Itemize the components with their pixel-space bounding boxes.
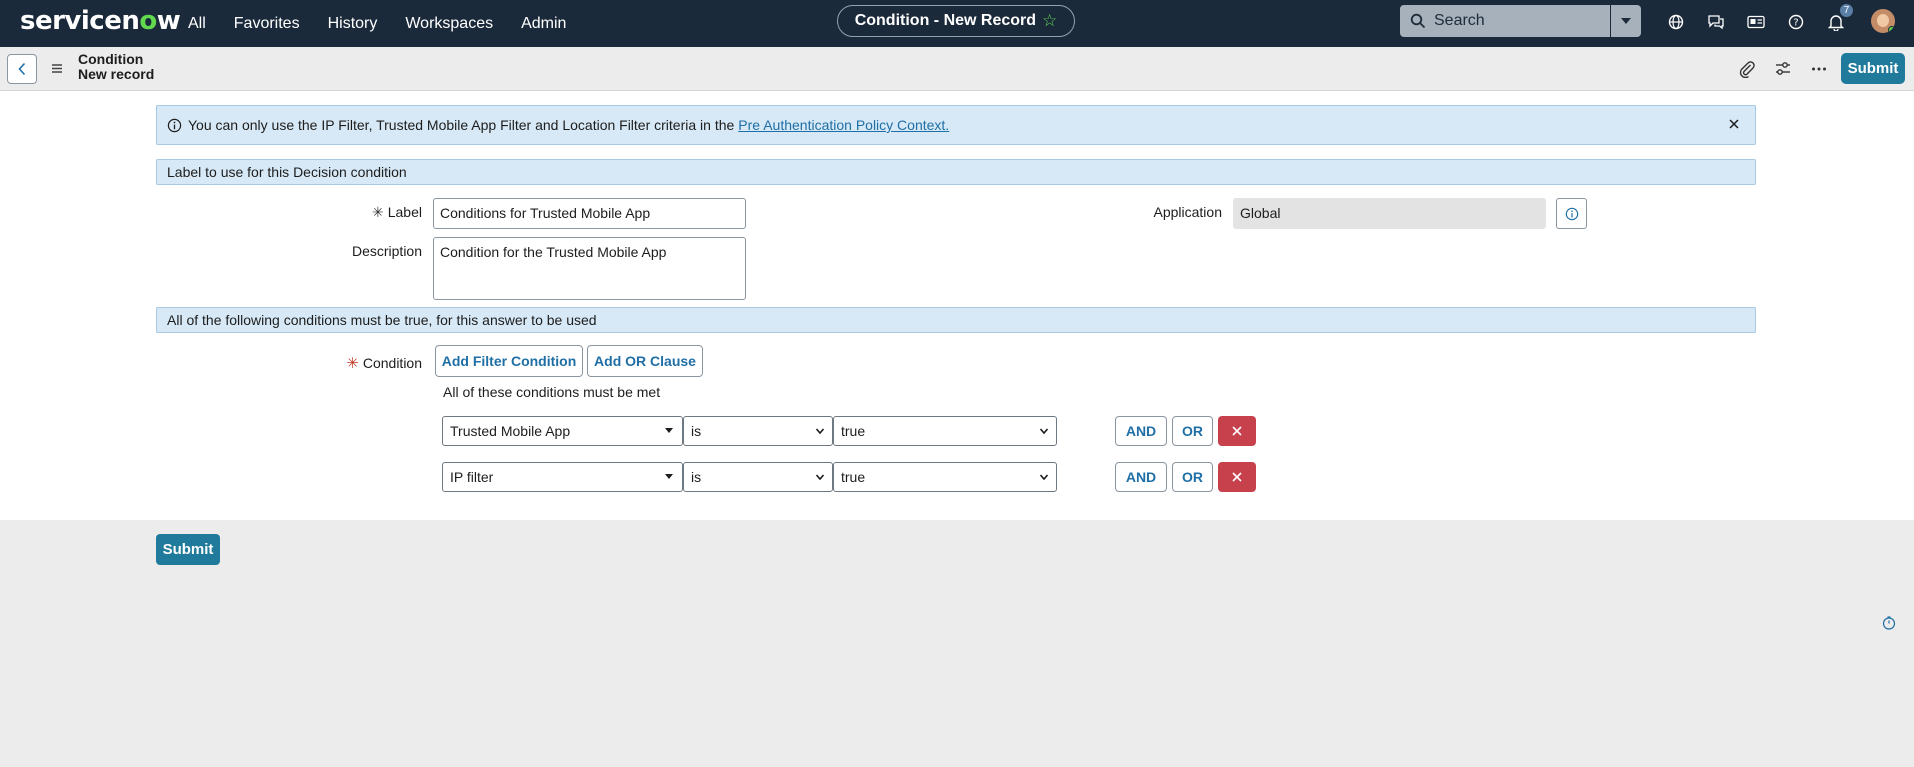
delete-condition-button[interactable] [1218,462,1256,492]
caret-down-icon [1621,18,1631,24]
and-button[interactable]: AND [1115,416,1167,446]
nav-favorites[interactable]: Favorites [234,15,300,33]
chevron-down-icon [1039,474,1049,481]
mandatory-icon: ✳ [346,355,359,372]
nav-icon-group: ? 7 [1665,4,1853,33]
condition-value-select[interactable]: true [833,462,1057,492]
form-header-icons [1738,60,1828,78]
or-button[interactable]: OR [1172,462,1213,492]
chat-icon[interactable] [1705,11,1727,33]
label-input[interactable]: Conditions for Trusted Mobile App [433,198,746,229]
or-button[interactable]: OR [1172,416,1213,446]
application-field-label: Application [1153,204,1223,220]
condition-field-select[interactable]: Trusted Mobile App [442,416,683,446]
chevron-down-icon [1039,428,1049,435]
response-time-icon[interactable] [1882,616,1896,630]
info-banner: You can only use the IP Filter, Trusted … [156,105,1756,145]
info-icon [1565,207,1578,220]
nav-all[interactable]: All [188,15,206,33]
condition-operator-select[interactable]: is [683,416,833,446]
caret-down-icon [665,474,673,479]
settings-sliders-icon[interactable] [1774,60,1792,78]
user-avatar[interactable] [1871,9,1895,33]
caret-down-icon [665,428,673,433]
bell-icon[interactable]: 7 [1825,4,1853,33]
condition-operator-select[interactable]: is [683,462,833,492]
label-field-label: ✳ Label [372,204,422,220]
all-conditions-met-text: All of these conditions must be met [443,384,661,400]
help-icon[interactable]: ? [1785,11,1807,33]
close-icon[interactable] [1727,117,1741,131]
chevron-down-icon [815,474,825,481]
condition-value-select[interactable]: true [833,416,1057,446]
id-card-icon[interactable] [1745,11,1767,33]
info-icon [167,118,182,132]
record-title: Condition - New Record [854,12,1037,29]
form-context-menu-icon[interactable] [50,61,64,77]
svg-text:?: ? [1793,18,1798,29]
search-scope-dropdown[interactable] [1611,5,1641,37]
star-icon[interactable]: ☆ [1042,11,1057,31]
label-section-header: Label to use for this Decision condition [156,159,1756,185]
globe-icon[interactable] [1665,11,1687,33]
close-icon [1232,472,1242,482]
record-title-pill[interactable]: Condition - New Record ☆ [837,5,1075,37]
notification-badge: 7 [1840,4,1853,17]
form-title: Condition New record [78,52,154,82]
form-title-record: New record [78,66,155,82]
top-navigation-bar: servicenow All Favorites History Workspa… [0,0,1914,47]
and-button[interactable]: AND [1115,462,1167,492]
chevron-down-icon [815,428,825,435]
servicenow-logo[interactable]: servicenow [20,6,181,36]
back-button[interactable] [7,54,37,84]
add-filter-condition-button[interactable]: Add Filter Condition [435,345,583,377]
application-info-button[interactable] [1556,198,1587,229]
application-readonly-field: Global [1233,198,1546,229]
submit-button-header[interactable]: Submit [1841,53,1905,84]
pre-auth-policy-link[interactable]: Pre Authentication Policy Context. [738,117,949,133]
description-field-label: Description [351,243,422,259]
nav-history[interactable]: History [328,15,378,33]
nav-admin[interactable]: Admin [521,15,566,33]
submit-button-bottom[interactable]: Submit [156,534,220,565]
main-nav-links: All Favorites History Workspaces Admin [188,0,594,47]
form-body: You can only use the IP Filter, Trusted … [0,91,1914,520]
form-title-table: Condition [78,51,144,67]
paperclip-icon[interactable] [1738,60,1756,78]
delete-condition-button[interactable] [1218,416,1256,446]
search-placeholder: Search [1434,12,1485,29]
search-icon [1410,13,1426,29]
condition-field-select[interactable]: IP filter [442,462,683,492]
add-or-clause-button[interactable]: Add OR Clause [587,345,703,377]
online-status-dot [1888,26,1895,33]
nav-workspaces[interactable]: Workspaces [405,15,493,33]
close-icon [1232,426,1242,436]
condition-field-label: ✳ Condition [346,355,422,372]
global-search-input[interactable]: Search [1400,5,1610,37]
info-banner-text: You can only use the IP Filter, Trusted … [188,117,735,133]
chevron-left-icon [18,62,26,76]
more-options-icon[interactable] [1810,60,1828,78]
mandatory-icon: ✳ [372,204,384,220]
description-textarea[interactable]: Condition for the Trusted Mobile App [433,237,746,300]
form-header: Condition New record Submit [0,47,1914,91]
conditions-section-header: All of the following conditions must be … [156,307,1756,333]
